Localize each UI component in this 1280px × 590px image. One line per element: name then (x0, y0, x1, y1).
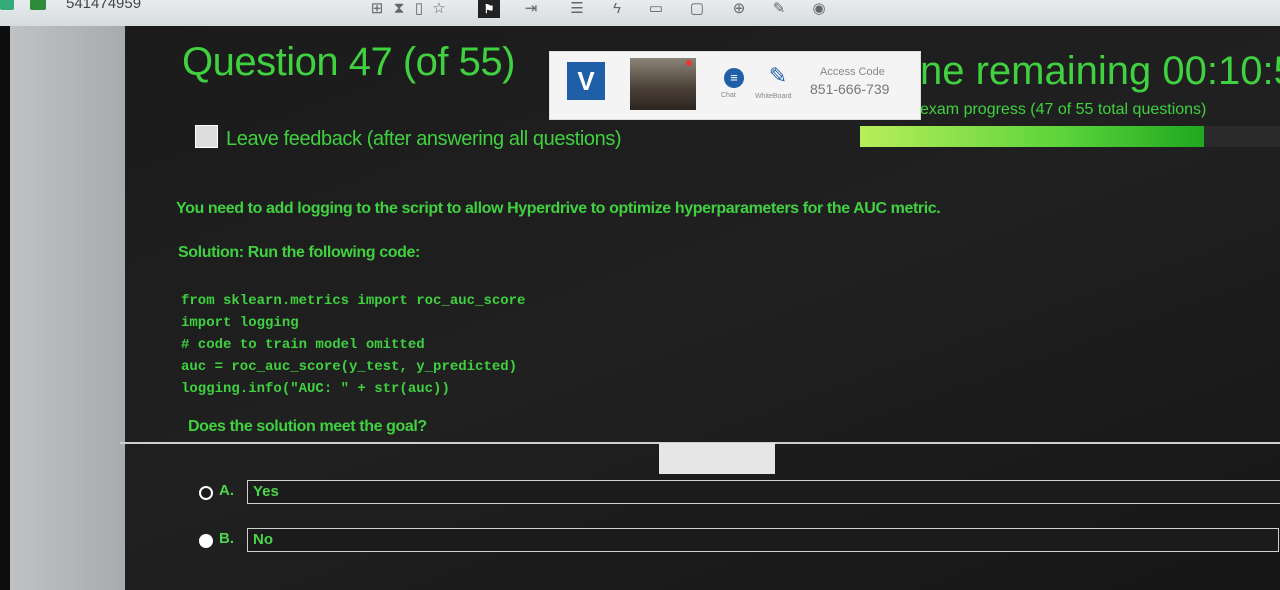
lightning-icon[interactable]: ϟ (606, 0, 628, 18)
option-a-letter: A. (219, 482, 234, 499)
code-line: auc = roc_auc_score(y_test, y_predicted) (181, 359, 518, 375)
progress-fill (860, 126, 1205, 147)
code-line: from sklearn.metrics import roc_auc_scor… (181, 293, 526, 309)
side-panel (10, 26, 125, 590)
code-line: logging.info("AUC: " + str(auc)) (181, 381, 450, 397)
feedback-checkbox[interactable] (195, 125, 218, 148)
option-b-value: No (253, 531, 273, 548)
code-block: from sklearn.metrics import roc_auc_scor… (181, 290, 525, 400)
star-icon[interactable]: ☆ (428, 0, 450, 18)
progress-bar (860, 126, 1280, 147)
app-icon[interactable] (0, 0, 14, 10)
monitor-bezel (0, 26, 10, 590)
access-code-label: Access Code (820, 66, 885, 78)
comment-icon[interactable]: ☰ (566, 0, 588, 18)
nav-button[interactable] (659, 443, 775, 474)
option-a[interactable]: Yes (247, 480, 1280, 504)
clipboard-icon[interactable]: ▯ (408, 0, 430, 18)
calculator-icon[interactable]: ⊞ (366, 0, 388, 18)
access-code-value: 851-666-739 (810, 81, 890, 97)
whiteboard-icon[interactable]: ✎ (764, 64, 792, 88)
option-b[interactable]: No (247, 528, 1279, 552)
question-prompt: You need to add logging to the script to… (176, 200, 941, 217)
proctor-logo: V (567, 62, 605, 100)
chat-icon[interactable]: ≡ (724, 68, 744, 88)
option-a-value: Yes (253, 483, 279, 500)
pencil-icon[interactable]: ✎ (768, 0, 790, 18)
monitor-icon[interactable]: ▢ (686, 0, 708, 18)
option-a-radio[interactable] (199, 486, 213, 500)
record-icon[interactable]: ◉ (808, 0, 830, 18)
feedback-label[interactable]: Leave feedback (after answering all ques… (226, 128, 622, 151)
chat-label: Chat (721, 92, 736, 99)
code-line: # code to train model omitted (181, 337, 425, 353)
progress-text: exam progress (47 of 55 total questions) (920, 101, 1207, 118)
option-b-letter: B. (219, 530, 234, 547)
option-b-radio[interactable] (199, 534, 213, 548)
question-title: Question 47 (of 55) (182, 40, 515, 84)
session-id: 541474959 (66, 0, 142, 12)
time-remaining: ne remaining 00:10:5 (920, 49, 1280, 93)
proctor-overlay: V ≡ Chat ✎ WhiteBoard Access Code 851-66… (549, 51, 921, 120)
whiteboard-label: WhiteBoard (755, 93, 792, 100)
checkmark-icon[interactable] (30, 0, 46, 10)
hourglass-icon[interactable]: ⧗ (388, 0, 410, 18)
webcam-preview (630, 58, 696, 110)
solution-intro: Solution: Run the following code: (178, 244, 420, 261)
recording-dot (686, 60, 692, 66)
code-line: import logging (181, 315, 299, 331)
flag-icon[interactable]: ⚑ (478, 0, 500, 18)
keyboard-icon[interactable]: ▭ (645, 0, 667, 18)
globe-icon[interactable]: ⊕ (728, 0, 750, 18)
next-icon[interactable]: ⇥ (520, 0, 542, 18)
browser-toolbar: 541474959 ⊞ ⧗ ▯ ☆ ⚑ ⇥ ☰ ϟ ▭ ▢ ⊕ ✎ ◉ (0, 0, 1280, 27)
goal-question: Does the solution meet the goal? (188, 418, 427, 435)
